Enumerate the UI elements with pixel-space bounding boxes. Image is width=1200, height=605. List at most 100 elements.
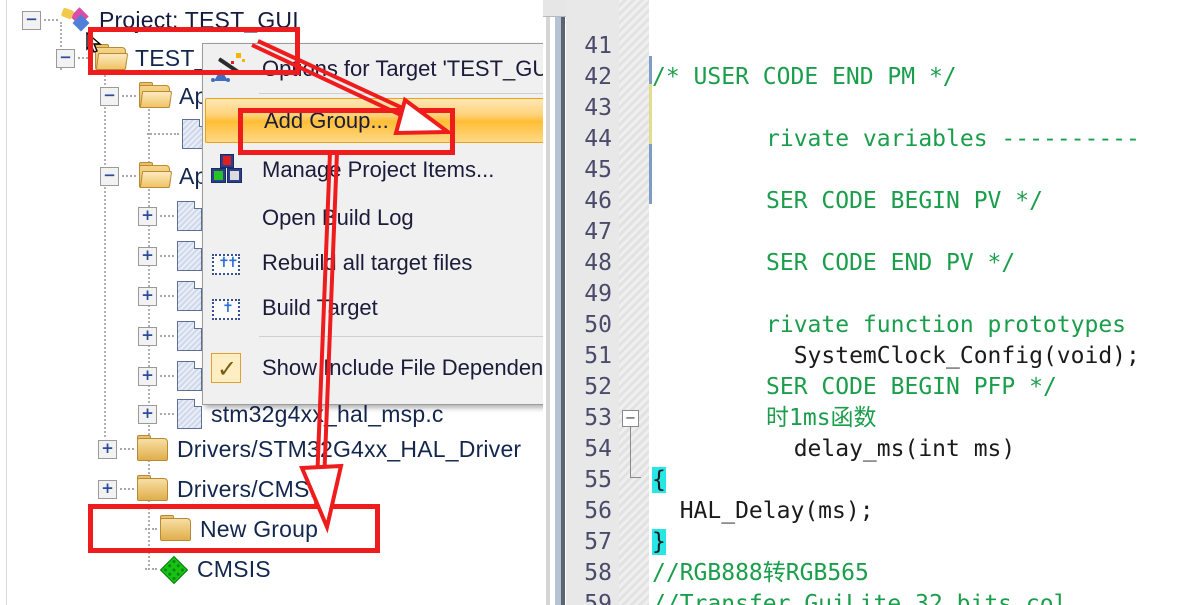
tree-connector: [44, 18, 58, 22]
expander-plus-icon[interactable]: +: [138, 326, 157, 346]
line-text: /* USER CODE END PM */: [652, 64, 957, 90]
tree-connector: [120, 447, 134, 451]
expander-plus-icon[interactable]: +: [98, 439, 117, 459]
file-icon: [177, 361, 202, 391]
code-editor-pane[interactable]: 41 /* USER CODE END PM */ 42 43 rivate v…: [566, 0, 1200, 605]
tree-connector: [122, 174, 136, 178]
line-text: //RGB888转RGB565: [652, 560, 869, 586]
fold-bracket-line: [630, 427, 631, 478]
tree-connector: [147, 132, 179, 136]
tree-connector: [160, 294, 174, 298]
change-marker: [649, 144, 652, 204]
cmsis-icon: [159, 555, 189, 584]
file-icon: [177, 399, 202, 429]
tree-connector: [160, 214, 174, 218]
code-line: 50 SystemClock_Config(void);: [566, 279, 1140, 369]
menu-item-label: Options for Target 'TEST_GUI'...: [262, 55, 577, 81]
line-text: delay_ms(int ms): [766, 436, 1016, 462]
code-line: 43 rivate variables ----------: [566, 62, 1140, 152]
tree-node-group-drivers-cmsis[interactable]: + Drivers/CMSIS: [98, 469, 332, 509]
expander-minus-icon[interactable]: −: [100, 166, 119, 186]
tree-node-file[interactable]: +: [138, 236, 211, 276]
tree-node-file[interactable]: +: [138, 276, 211, 316]
expander-plus-icon[interactable]: +: [138, 366, 157, 386]
code-line: 51 SER CODE BEGIN PFP */: [566, 310, 1057, 400]
add-group-highlight-box: [238, 108, 455, 155]
new-group-highlight-box: [88, 504, 380, 553]
fold-collapse-icon[interactable]: −: [622, 410, 639, 427]
line-text: rivate variables ----------: [766, 126, 1140, 152]
file-icon: [177, 321, 202, 351]
expander-plus-icon[interactable]: +: [138, 206, 157, 226]
tree-connector: [122, 94, 136, 98]
code-line: 46: [566, 155, 649, 214]
line-text: SER CODE BEGIN PV */: [766, 188, 1043, 214]
tree-node-cmsis[interactable]: CMSIS: [142, 549, 271, 589]
pane-splitter-top-cap: [543, 0, 566, 17]
code-line: 58 //Transfer GuiLite 32 bits col: [566, 527, 1067, 605]
code-line: 53 delay_ms(int ms): [566, 372, 1015, 462]
tree-node-label: Drivers/STM32G4xx_HAL_Driver: [177, 435, 522, 462]
folder-open-icon: [139, 81, 173, 108]
build-icon: ✝: [210, 292, 248, 324]
folder-closed-icon: [137, 474, 168, 501]
keil-uvision-screenshot: − Project: TEST_GUI − TEST_GUI − Ap − Ap…: [0, 0, 1200, 605]
tree-node-group-app-2[interactable]: − Ap: [100, 156, 208, 196]
code-line: 57 //RGB888转RGB565: [566, 496, 869, 586]
pane-splitter[interactable]: [543, 0, 566, 605]
expander-minus-icon[interactable]: −: [56, 48, 75, 68]
fold-bracket-tick: [630, 477, 641, 478]
rebuild-icon: ✝ ✝: [210, 247, 248, 279]
folder-open-icon: [139, 161, 173, 188]
tree-connector: [160, 412, 174, 416]
code-line: 44: [566, 93, 649, 152]
tree-node-label: Drivers/CMSIS: [177, 475, 332, 502]
tree-connector: [160, 254, 174, 258]
line-text: rivate function prototypes: [766, 312, 1127, 338]
menu-item-label: Build Target: [262, 294, 378, 320]
tree-node-file[interactable]: +: [138, 196, 211, 236]
code-line: 41 /* USER CODE END PM */: [566, 0, 956, 90]
tree-connector: [145, 567, 157, 571]
blocks-icon: [210, 153, 248, 186]
line-text: SER CODE END PV */: [766, 250, 1016, 276]
line-text: {: [652, 467, 666, 493]
tree-connector: [120, 487, 134, 491]
line-text: HAL_Delay(ms);: [652, 498, 874, 524]
project-icon: [60, 7, 91, 32]
line-text: SystemClock_Config(void);: [766, 343, 1140, 369]
file-icon: [177, 241, 202, 271]
tree-node-label: CMSIS: [197, 555, 271, 582]
tree-node-group-hal-driver[interactable]: + Drivers/STM32G4xx_HAL_Driver: [98, 429, 521, 469]
tree-node-file[interactable]: +: [138, 316, 211, 356]
code-line: 45 SER CODE BEGIN PV */: [566, 124, 1043, 214]
line-text: //Transfer GuiLite 32 bits col: [652, 591, 1068, 605]
tree-connector: [160, 374, 174, 378]
code-line: 56 }: [566, 465, 666, 555]
pane-left-border: [0, 0, 7, 605]
menu-item-label: Rebuild all target files: [262, 249, 473, 275]
expander-plus-icon[interactable]: +: [138, 286, 157, 306]
expander-plus-icon[interactable]: +: [138, 246, 157, 266]
tree-connector: [160, 334, 174, 338]
tree-node-group-app-1[interactable]: − Ap: [100, 76, 208, 116]
code-line: 48: [566, 217, 649, 276]
file-icon: [177, 201, 202, 231]
folder-closed-icon: [137, 434, 168, 461]
checkbox-icon[interactable]: ✓: [210, 352, 248, 384]
code-line: 55 HAL_Delay(ms);: [566, 434, 873, 524]
code-line: 49 rivate function prototypes: [566, 248, 1126, 338]
line-text: SER CODE BEGIN PFP */: [766, 374, 1057, 400]
target-node-highlight-box: [88, 27, 300, 75]
menu-item-label: Show Include File Dependencies: [262, 354, 583, 380]
expander-plus-icon[interactable]: +: [98, 479, 117, 499]
tree-guide: [104, 62, 106, 437]
expander-minus-icon[interactable]: −: [22, 10, 41, 30]
expander-minus-icon[interactable]: −: [100, 86, 119, 106]
line-text: 时1ms函数: [766, 405, 877, 431]
tree-node-file[interactable]: +: [138, 356, 211, 396]
menu-item-label: Open Build Log: [262, 204, 414, 230]
expander-plus-icon[interactable]: +: [138, 404, 157, 424]
code-line: 52 时1ms函数: [566, 341, 876, 431]
code-line: 59 #define GL_RGB_32_to_16(rgb) (: [566, 558, 649, 605]
